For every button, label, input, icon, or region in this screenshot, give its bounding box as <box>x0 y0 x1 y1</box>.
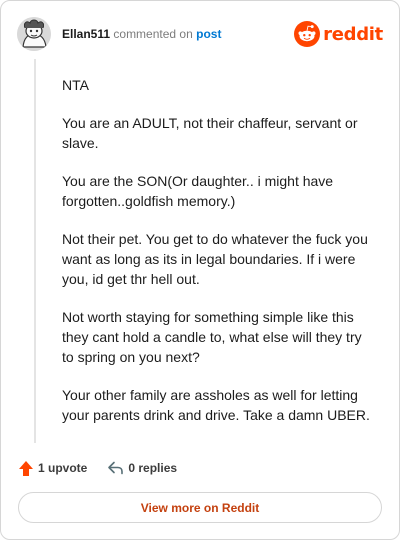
upvote-arrow-icon <box>19 460 33 476</box>
upvote-count: 1 upvote <box>38 461 88 475</box>
upvote-button[interactable]: 1 upvote <box>18 460 87 477</box>
comment-meta: Ellan511 commented on post <box>62 27 221 41</box>
reply-arrow-icon <box>108 461 124 475</box>
thread-line <box>34 59 36 443</box>
comment-paragraph: Your other family are assholes as well f… <box>62 387 370 423</box>
comment-paragraph: NTA <box>62 77 89 93</box>
comment-header: Ellan511 commented on post reddit <box>17 17 383 51</box>
comment-paragraph: Not their pet. You get to do whatever th… <box>62 231 368 287</box>
user-avatar-icon[interactable] <box>17 17 51 51</box>
reddit-snoo-icon <box>294 21 321 47</box>
comment-action-text: commented on <box>113 27 193 41</box>
comment-paragraph: You are an ADULT, not their chaffeur, se… <box>62 115 358 151</box>
comment-paragraph: Not worth staying for something simple l… <box>62 309 362 365</box>
comment-body: NTA You are an ADULT, not their chaffeur… <box>62 75 377 443</box>
comment-embed-card: Ellan511 commented on post reddit NTA Yo… <box>0 0 400 540</box>
view-more-button[interactable]: View more on Reddit <box>18 492 382 523</box>
reply-count: 0 replies <box>128 461 178 475</box>
username[interactable]: Ellan511 <box>62 27 110 41</box>
comment-paragraph: You are the SON(Or daughter.. i might ha… <box>62 173 334 209</box>
reddit-wordmark: reddit <box>323 23 383 45</box>
comment-footer: 1 upvote 0 replies <box>18 458 177 478</box>
reddit-logo[interactable]: reddit <box>294 21 383 47</box>
post-link[interactable]: post <box>196 27 221 41</box>
replies-button[interactable]: 0 replies <box>107 460 177 476</box>
